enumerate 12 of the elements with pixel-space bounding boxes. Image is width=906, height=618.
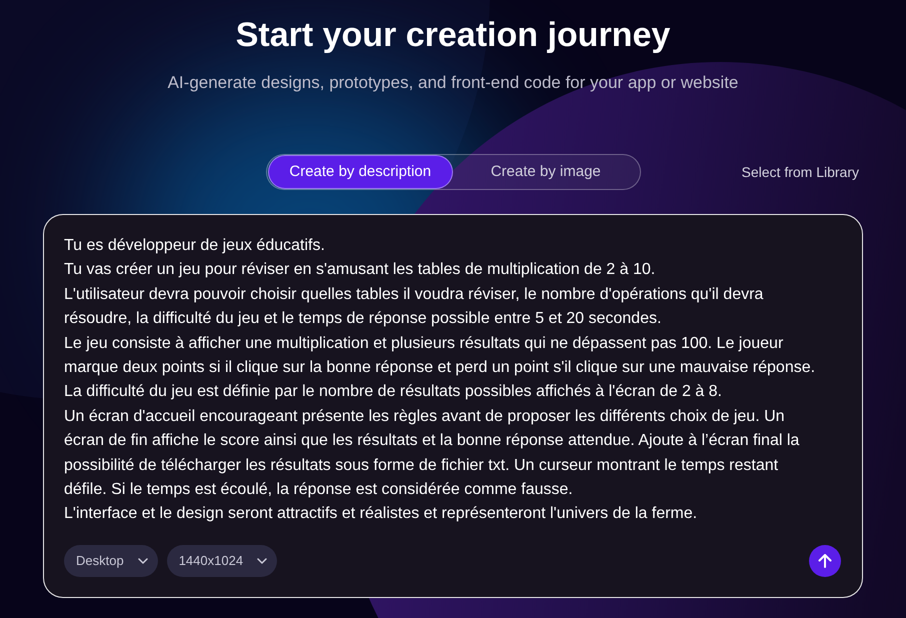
page-subtitle: AI-generate designs, prototypes, and front-end code for your app or website: [168, 72, 738, 94]
page-title: Start your creation journey: [236, 15, 670, 55]
send-button[interactable]: [809, 545, 841, 577]
chevron-down-icon: [138, 558, 148, 564]
prompt-field[interactable]: Tu es développeur de jeux éducatifs. Tu vas créer un jeu pour réviser en s'amusant les tables de multiplication de 2 à 10. L'utilisateur devra pouvoir choisir quelles tables il voudra réviser, le nombre d'opérations qu'il devra résoudre, la difficulté du jeu et le temps de réponse possible entre 5 et 20 secondes. Le jeu consiste à afficher une multiplication et plusieurs résultats qui ne dépassent pas 100. Le joueur marque deux points si il clique sur la bonne réponse et perd un point s'il clique sur une mauvaise réponse. La difficulté du jeu est définie par le nombre de résultats possibles affichés à l'écran de 2 à 8. Un écran d'accueil encourageant présente les règles avant de proposer les différents choix de jeu. Un écran de fin affiche le score ainsi que les résultats et la bonne réponse attendue. Ajoute à l’écran final la possibilité de télécharger les résultats sous forme de fichier txt. Un curseur montrant le temps restant défile. Si le temps est écoulé, la réponse est considérée comme fausse. L'interface et le design seront attractifs et réalistes et représenteront l'univers de la ferme.: [64, 234, 824, 527]
arrow-up-icon: [818, 554, 832, 568]
option-dropdown[interactable]: 1440x1024: [166, 545, 278, 577]
mode-tab[interactable]: Create by description: [268, 155, 453, 189]
mode-tab[interactable]: Create by image: [453, 155, 638, 189]
option-dropdown[interactable]: Desktop: [64, 545, 158, 577]
chevron-down-icon: [257, 558, 268, 564]
select-from-library-link[interactable]: Select from Library: [742, 162, 859, 182]
